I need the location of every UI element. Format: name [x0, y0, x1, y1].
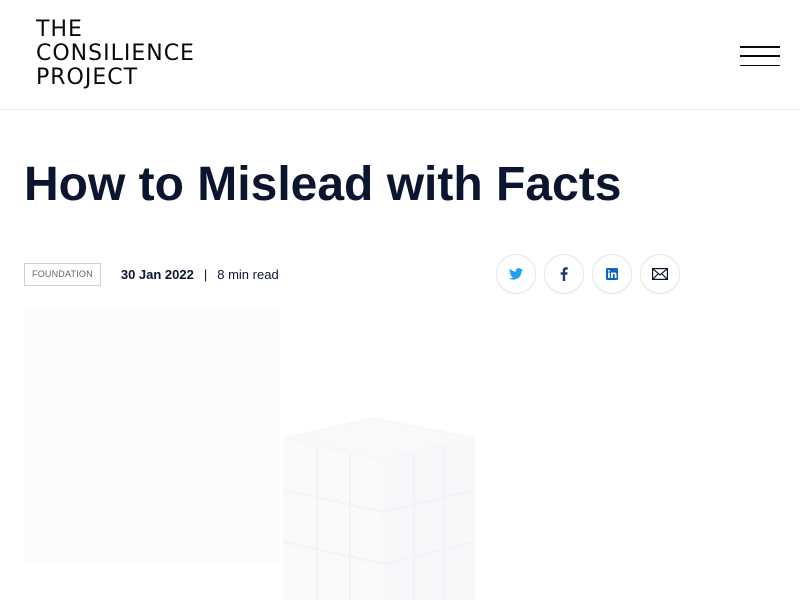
article-title: How to Mislead with Facts [24, 158, 622, 211]
category-tag[interactable]: FOUNDATION [24, 263, 101, 286]
logo-line-2: CONSILIENCE [36, 41, 195, 66]
menu-bar [740, 64, 780, 66]
site-header: THE CONSILIENCE PROJECT [0, 0, 800, 110]
email-icon [652, 268, 668, 280]
share-twitter-button[interactable] [496, 254, 536, 294]
article-meta: FOUNDATION 30 Jan 2022 | 8 min read [24, 263, 279, 286]
hamburger-menu-icon[interactable] [740, 46, 780, 66]
logo-line-1: THE [36, 17, 83, 42]
share-facebook-button[interactable] [544, 254, 584, 294]
rubiks-cube-image [283, 417, 475, 600]
share-email-button[interactable] [640, 254, 680, 294]
menu-bar [740, 46, 780, 48]
linkedin-icon [606, 268, 618, 280]
publish-date: 30 Jan 2022 [120, 267, 194, 282]
twitter-icon [509, 268, 523, 280]
menu-bar [740, 55, 780, 57]
meta-separator: | [203, 267, 208, 282]
read-time: 8 min read [217, 267, 279, 282]
logo-line-3: PROJECT [36, 65, 139, 90]
facebook-icon [560, 267, 568, 281]
hero-image [24, 308, 776, 600]
share-linkedin-button[interactable] [592, 254, 632, 294]
site-logo[interactable]: THE CONSILIENCE PROJECT [36, 18, 195, 90]
hero-background-panel [24, 308, 280, 562]
